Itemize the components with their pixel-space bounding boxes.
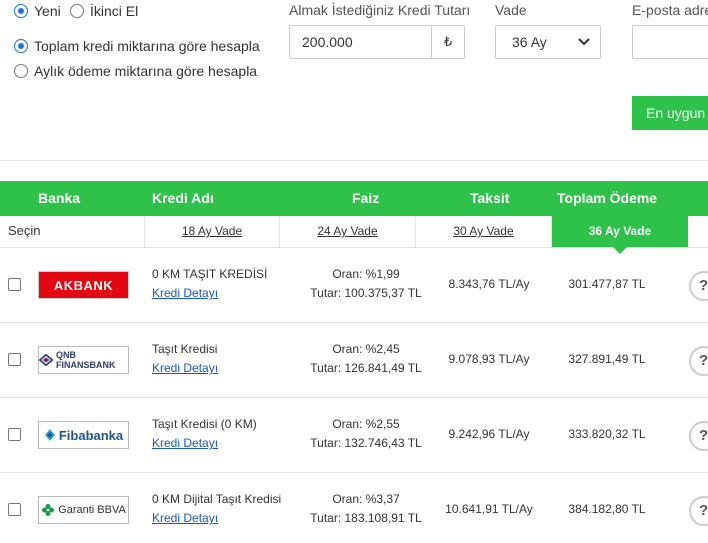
- term-label: Vade: [495, 2, 527, 18]
- radio-total-amount-label: Toplam kredi miktarına göre hesapla: [34, 38, 260, 54]
- radio-yeni-label: Yeni: [34, 3, 61, 19]
- lira-icon: ₺: [431, 26, 464, 58]
- monthly-installment: 10.641,91 TL/Ay: [445, 502, 533, 516]
- radio-monthly-payment[interactable]: Aylık ödeme miktarına göre hesapla: [14, 63, 257, 79]
- help-icon[interactable]: ?: [689, 421, 708, 451]
- monthly-installment: 9.242,96 TL/Ay: [448, 427, 530, 441]
- garanti-clover-icon: [42, 504, 55, 516]
- radio-total-amount-dot[interactable]: [14, 39, 28, 53]
- table-row: QNB FINANSBANK Taşıt Kredisi Kredi Detay…: [0, 323, 708, 398]
- bank-logo-text: QNB FINANSBANK: [56, 350, 116, 370]
- help-icon[interactable]: ?: [689, 271, 708, 301]
- radio-monthly-payment-dot[interactable]: [14, 64, 28, 78]
- row-checkbox[interactable]: [8, 503, 21, 516]
- header-total-payment: Toplam Ödeme: [557, 190, 658, 206]
- table-row: AKBANK 0 KM TAŞIT KREDİSİ Kredi Detayı O…: [0, 248, 708, 323]
- radio-yeni[interactable]: Yeni: [14, 3, 61, 19]
- interest-rate: Oran: %2,55: [332, 417, 400, 431]
- loan-detail-link[interactable]: Kredi Detayı: [152, 511, 218, 525]
- header-rate: Faiz: [352, 190, 380, 206]
- loan-detail-link[interactable]: Kredi Detayı: [152, 436, 218, 450]
- help-icon[interactable]: ?: [689, 496, 708, 526]
- radio-ikinci-el-label: İkinci El: [90, 3, 139, 19]
- total-payment: 384.182,80 TL: [568, 502, 646, 516]
- tab-18-ay[interactable]: 18 Ay Vade: [144, 216, 279, 247]
- bank-logo-text: AKBANK: [53, 277, 114, 293]
- radio-yeni-dot[interactable]: [14, 4, 28, 18]
- total-payment: 333.820,32 TL: [568, 427, 646, 441]
- table-row: Garanti BBVA 0 KM Dijital Taşıt Kredisi …: [0, 473, 708, 543]
- amount-label: Almak İstediğiniz Kredi Tutarı: [289, 2, 471, 18]
- akbank-logo: AKBANK: [38, 271, 129, 299]
- interest-rate: Oran: %3,37: [332, 492, 400, 506]
- help-icon[interactable]: ?: [689, 346, 708, 376]
- loan-name: 0 KM Dijital Taşıt Kredisi: [152, 492, 282, 506]
- fibabanka-logo: Fibabanka: [38, 421, 129, 449]
- loan-detail-link[interactable]: Kredi Detayı: [152, 361, 218, 375]
- header-bank: Banka: [38, 190, 81, 206]
- monthly-installment: 9.078,93 TL/Ay: [448, 352, 530, 366]
- loan-name: Taşıt Kredisi: [152, 342, 218, 356]
- total-interest: Tutar: 100.375,37 TL: [310, 286, 422, 300]
- header-installment: Taksit: [470, 190, 510, 206]
- fibabanka-mark-icon: [44, 429, 55, 441]
- loan-name: Taşıt Kredisi (0 KM): [152, 417, 257, 431]
- header-loan-name: Kredi Adı: [152, 190, 214, 206]
- total-payment: 327.891,49 TL: [568, 352, 646, 366]
- chevron-down-icon: [578, 38, 590, 46]
- monthly-installment: 8.343,76 TL/Ay: [448, 277, 530, 291]
- garanti-bbva-logo: Garanti BBVA: [38, 496, 129, 524]
- best-offer-button[interactable]: En uygun: [632, 96, 708, 130]
- interest-rate: Oran: %1,99: [332, 267, 400, 281]
- radio-ikinci-el[interactable]: İkinci El: [70, 3, 138, 19]
- total-interest: Tutar: 183.108,91 TL: [310, 511, 422, 525]
- term-select-value: 36 Ay: [512, 34, 547, 50]
- radio-monthly-payment-label: Aylık ödeme miktarına göre hesapla: [34, 63, 258, 79]
- amount-input[interactable]: 200.000: [290, 26, 431, 58]
- tab-36-ay[interactable]: 36 Ay Vade: [551, 216, 688, 254]
- bank-logo-text: Fibabanka: [58, 427, 124, 443]
- table-row: Fibabanka Taşıt Kredisi (0 KM) Kredi Det…: [0, 398, 708, 473]
- loan-detail-link[interactable]: Kredi Detayı: [152, 286, 218, 300]
- section-divider: [0, 160, 708, 161]
- term-select[interactable]: 36 Ay: [495, 25, 601, 59]
- tab-24-ay[interactable]: 24 Ay Vade: [279, 216, 415, 247]
- interest-rate: Oran: %2,45: [332, 342, 400, 356]
- total-interest: Tutar: 132.746,43 TL: [310, 436, 422, 450]
- radio-ikinci-el-dot[interactable]: [70, 4, 84, 18]
- bank-logo-text: Garanti BBVA: [58, 504, 126, 516]
- qnb-finansbank-logo: QNB FINANSBANK: [38, 346, 129, 374]
- total-interest: Tutar: 126.841,49 TL: [310, 361, 422, 375]
- row-checkbox[interactable]: [8, 278, 21, 291]
- email-field[interactable]: [632, 25, 708, 59]
- row-checkbox[interactable]: [8, 353, 21, 366]
- loan-name: 0 KM TAŞIT KREDİSİ: [152, 267, 268, 281]
- amount-field[interactable]: 200.000 ₺: [289, 25, 465, 59]
- radio-total-amount[interactable]: Toplam kredi miktarına göre hesapla: [14, 38, 260, 54]
- total-payment: 301.477,87 TL: [568, 277, 646, 291]
- select-label: Seçin: [8, 223, 41, 238]
- row-checkbox[interactable]: [8, 428, 21, 441]
- qnb-mark-icon: [39, 353, 54, 367]
- tab-30-ay[interactable]: 30 Ay Vade: [415, 216, 551, 247]
- email-label: E-posta adre: [632, 2, 708, 18]
- term-tabs-bar: Seçin 18 Ay Vade 24 Ay Vade 30 Ay Vade 3…: [0, 216, 708, 254]
- table-header: Banka Kredi Adı Faiz Taksit Toplam Ödeme: [0, 181, 708, 216]
